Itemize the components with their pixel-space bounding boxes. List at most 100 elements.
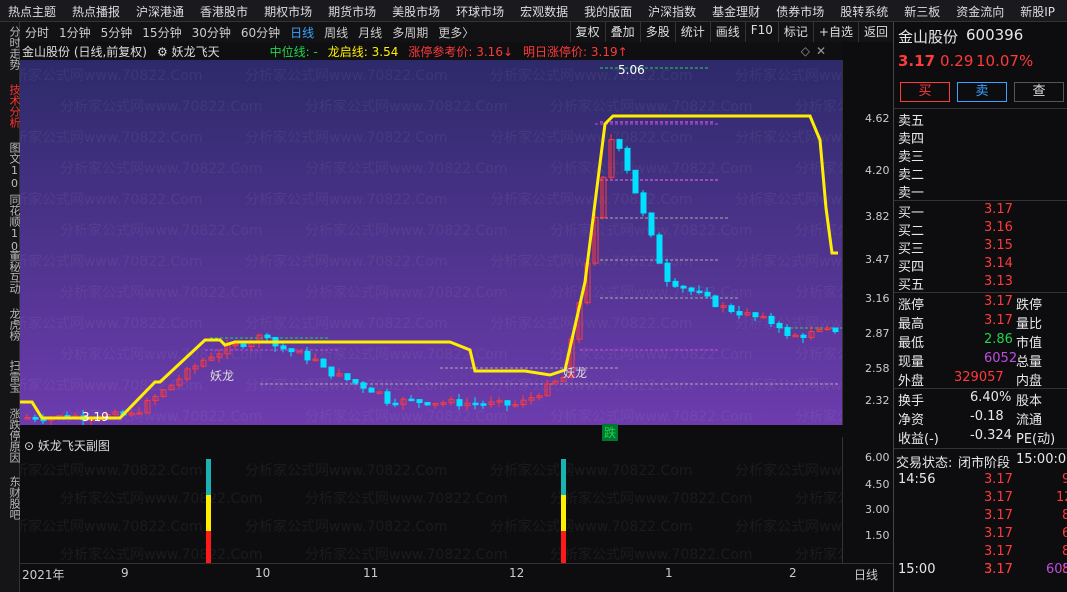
candle-body: [616, 139, 623, 149]
left-tab-5[interactable]: 龙虎榜: [0, 306, 21, 341]
tool-button-4[interactable]: 画线: [709, 22, 745, 42]
watermark-text: 分析家公式网www.70822.Com: [20, 315, 202, 332]
buy-level-price: 3.15: [984, 238, 1013, 253]
tick-time: 14:56: [898, 472, 936, 487]
y-tick-3: 3.47: [865, 253, 890, 266]
nav-item-10[interactable]: 沪深指数: [640, 0, 704, 21]
period-10[interactable]: 更多〉: [433, 24, 479, 41]
separator: [894, 200, 1067, 201]
left-tab-1[interactable]: 技术分析: [0, 82, 21, 128]
period-2[interactable]: 5分钟: [96, 24, 138, 41]
candle-body: [504, 400, 511, 406]
tool-button-6[interactable]: 标记: [777, 22, 813, 42]
buy-level-label: 买五: [898, 278, 925, 293]
sell-level-label: 卖一: [898, 186, 925, 201]
left-tab-0[interactable]: 分时走势: [0, 24, 21, 70]
watermark-text: 分析家公式网www.70822.Com: [550, 160, 752, 177]
period-7[interactable]: 周线: [319, 24, 353, 41]
tool-button-1[interactable]: 叠加: [604, 22, 640, 42]
tick-volume: 605: [1046, 562, 1067, 577]
nav-item-0[interactable]: 热点主题: [0, 0, 64, 21]
x-tick-4: 12: [509, 566, 525, 580]
tool-button-8[interactable]: 返回: [857, 22, 893, 42]
sub-y-axis: 6.00 4.50 3.00 1.50: [842, 437, 893, 563]
nav-item-6[interactable]: 美股市场: [384, 0, 448, 21]
nav-item-15[interactable]: 资金流向: [948, 0, 1012, 21]
y-tick-5: 2.87: [865, 327, 890, 340]
left-tab-7[interactable]: 涨跌停原因: [0, 406, 21, 463]
sell-button[interactable]: 卖: [957, 82, 1007, 102]
candle-body: [384, 391, 391, 404]
stat-value: 6052: [984, 351, 1018, 366]
buy-level-price: 3.14: [984, 256, 1013, 271]
nav-item-9[interactable]: 我的版面: [576, 0, 640, 21]
tick-volume: 8: [1062, 544, 1067, 559]
left-tab-4[interactable]: 董秘互动: [0, 248, 21, 294]
left-tab-6[interactable]: 扫雷宝: [0, 358, 21, 393]
sub-y-tick-2: 3.00: [865, 503, 890, 516]
tool-button-3[interactable]: 统计: [674, 22, 710, 42]
period-9[interactable]: 多周期: [387, 24, 433, 41]
period-4[interactable]: 30分钟: [187, 24, 236, 41]
tick-price: 3.17: [984, 472, 1013, 487]
period-8[interactable]: 月线: [353, 24, 387, 41]
settings-icon[interactable]: ◇: [801, 44, 810, 58]
period-0[interactable]: 分时: [20, 24, 54, 41]
watermark-text: 分析家公式网www.70822.Com: [735, 67, 842, 84]
tick-row: 15:00 3.17 605: [894, 562, 1067, 580]
tool-button-7[interactable]: +自选: [812, 22, 858, 42]
left-tab-2[interactable]: 图文10: [0, 140, 21, 190]
next-limit-label: 明日涨停价: 3.19↑: [523, 44, 628, 59]
tool-button-2[interactable]: 多股: [639, 22, 675, 42]
indicator-name[interactable]: ⚙ 妖龙飞天: [157, 43, 230, 60]
period-6[interactable]: 日线: [285, 24, 319, 41]
query-button[interactable]: 查: [1014, 82, 1064, 102]
stat-row: 换手 6.40% 股本: [894, 390, 1067, 409]
candle-body: [280, 345, 287, 350]
nav-item-5[interactable]: 期货市场: [320, 0, 384, 21]
y-tick-0: 4.62: [865, 112, 890, 125]
nav-item-14[interactable]: 新三板: [896, 0, 948, 21]
nav-item-8[interactable]: 宏观数据: [512, 0, 576, 21]
period-1[interactable]: 1分钟: [54, 24, 96, 41]
nav-item-2[interactable]: 沪深港通: [128, 0, 192, 21]
buy-level-label: 买四: [898, 260, 925, 275]
candle-body: [632, 169, 639, 194]
nav-item-4[interactable]: 期权市场: [256, 0, 320, 21]
nav-item-1[interactable]: 热点播报: [64, 0, 128, 21]
tool-button-5[interactable]: F10: [744, 22, 778, 42]
watermark-text: 分析家公式网www.70822.Com: [550, 98, 752, 115]
sub-indicator-chart[interactable]: 分析家公式网www.70822.Com 分析家公式网www.70822.Com 分析…: [20, 455, 842, 563]
tick-volume: 9: [1062, 472, 1067, 487]
nav-item-13[interactable]: 股转系统: [832, 0, 896, 21]
stat-label: 收益(-): [898, 432, 939, 447]
nav-item-16[interactable]: 新股IP: [1012, 0, 1063, 21]
watermark-text: 分析家公式网www.70822.Com: [490, 377, 692, 394]
watermark-text: 分析家公式网www.70822.Com: [490, 518, 692, 535]
close-icon[interactable]: ✕: [816, 44, 826, 58]
quote-panel: 金山股份 600396 3.17 0.29 10.07% 买 卖 查 卖五 卖四卖…: [893, 22, 1067, 592]
tool-buttons: 复权 叠加 多股 统计 画线 F10 标记 +自选 返回: [569, 22, 893, 42]
left-tab-8[interactable]: 东财股吧: [0, 474, 21, 520]
watermark-text: 分析家公式网www.70822.Com: [60, 346, 262, 363]
period-3[interactable]: 15分钟: [137, 24, 186, 41]
nav-item-11[interactable]: 基金理财: [704, 0, 768, 21]
watermark-text: 分析家公式网www.70822.Com: [795, 546, 842, 563]
nav-item-3[interactable]: 香港股市: [192, 0, 256, 21]
watermark-text: 分析家公式网www.70822.Com: [245, 191, 447, 208]
candle-body: [704, 291, 711, 297]
stat-label-right: 股本: [1016, 394, 1043, 409]
left-tab-3[interactable]: 同花顺10: [0, 192, 21, 253]
buy-level-label: 买二: [898, 224, 925, 239]
main-kline-chart[interactable]: 分析家公式网www.70822.Com 分析家公式网www.70822.Com 分析…: [20, 60, 842, 425]
nav-item-7[interactable]: 环球市场: [448, 0, 512, 21]
period-5[interactable]: 60分钟: [236, 24, 285, 41]
stat-value: 2.86: [984, 332, 1013, 347]
stat-label-right: 跌停: [1016, 298, 1043, 313]
nav-item-12[interactable]: 债券市场: [768, 0, 832, 21]
buy-level-label: 买一: [898, 206, 925, 221]
watermark-text: 分析家公式网www.70822.Com: [795, 98, 842, 115]
buy-button[interactable]: 买: [900, 82, 950, 102]
tool-button-0[interactable]: 复权: [569, 22, 605, 42]
watermark-text: 分析家公式网www.70822.Com: [550, 346, 752, 363]
